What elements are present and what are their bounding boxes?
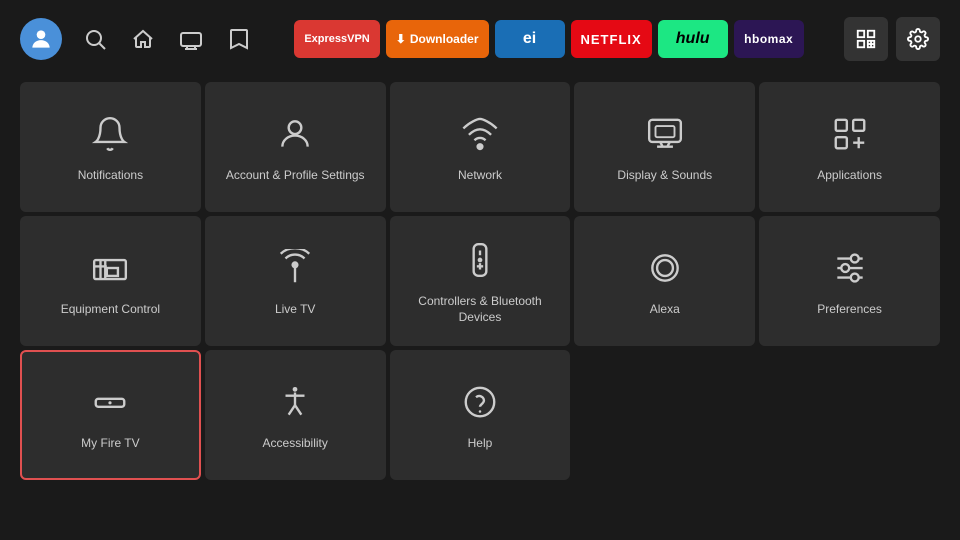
hbomax-label: hbomax xyxy=(744,32,793,46)
bell-icon xyxy=(86,110,134,158)
app-etv[interactable]: ei xyxy=(495,20,565,58)
topbar-apps: ExpressVPN ⬇ Downloader ei NETFLIX hulu … xyxy=(264,20,834,58)
network-label: Network xyxy=(450,168,510,184)
app-hulu[interactable]: hulu xyxy=(658,20,728,58)
home-icon[interactable] xyxy=(128,24,158,54)
help-label: Help xyxy=(460,436,501,452)
hulu-label: hulu xyxy=(676,30,710,48)
remote-icon xyxy=(456,236,504,284)
grid-item-alexa[interactable]: Alexa xyxy=(574,216,755,346)
equipment-control-label: Equipment Control xyxy=(53,302,168,318)
live-tv-label: Live TV xyxy=(267,302,323,318)
display-sounds-label: Display & Sounds xyxy=(609,168,720,184)
grid-item-equipment-control[interactable]: Equipment Control xyxy=(20,216,201,346)
accessibility-label: Accessibility xyxy=(255,436,336,452)
alexa-label: Alexa xyxy=(642,302,688,318)
topbar-left xyxy=(20,18,254,60)
help-icon xyxy=(456,378,504,426)
settings-grid: Notifications Account & Profile Settings… xyxy=(0,78,960,490)
app-hbomax[interactable]: hbomax xyxy=(734,20,804,58)
preferences-label: Preferences xyxy=(809,302,890,318)
grid-item-controllers-bluetooth[interactable]: Controllers & Bluetooth Devices xyxy=(390,216,571,346)
grid-item-help[interactable]: Help xyxy=(390,350,571,480)
alexa-icon xyxy=(641,244,689,292)
wifi-icon xyxy=(456,110,504,158)
grid-item-network[interactable]: Network xyxy=(390,82,571,212)
applications-label: Applications xyxy=(809,168,890,184)
netflix-label: NETFLIX xyxy=(581,32,642,47)
notifications-label: Notifications xyxy=(70,168,151,184)
controllers-bluetooth-label: Controllers & Bluetooth Devices xyxy=(390,294,571,325)
apps-icon xyxy=(826,110,874,158)
settings-button[interactable] xyxy=(896,17,940,61)
tv-icon[interactable] xyxy=(176,24,206,54)
downloader-label: Downloader xyxy=(410,32,479,46)
firetv-icon xyxy=(86,378,134,426)
bookmark-icon[interactable] xyxy=(224,24,254,54)
grid-item-account-profile[interactable]: Account & Profile Settings xyxy=(205,82,386,212)
tv-equipment-icon xyxy=(86,244,134,292)
topbar: ExpressVPN ⬇ Downloader ei NETFLIX hulu … xyxy=(0,0,960,78)
app-expressvpn[interactable]: ExpressVPN xyxy=(294,20,379,58)
add-apps-button[interactable] xyxy=(844,17,888,61)
avatar[interactable] xyxy=(20,18,62,60)
grid-item-accessibility[interactable]: Accessibility xyxy=(205,350,386,480)
accessibility-icon xyxy=(271,378,319,426)
app-netflix[interactable]: NETFLIX xyxy=(571,20,652,58)
antenna-icon xyxy=(271,244,319,292)
my-fire-tv-label: My Fire TV xyxy=(73,436,147,452)
app-downloader[interactable]: ⬇ Downloader xyxy=(386,20,489,58)
expressvpn-label: ExpressVPN xyxy=(304,33,369,45)
grid-item-notifications[interactable]: Notifications xyxy=(20,82,201,212)
account-profile-label: Account & Profile Settings xyxy=(218,168,373,184)
grid-item-live-tv[interactable]: Live TV xyxy=(205,216,386,346)
grid-item-my-fire-tv[interactable]: My Fire TV xyxy=(20,350,201,480)
monitor-icon xyxy=(641,110,689,158)
etv-label: ei xyxy=(523,30,536,48)
person-icon xyxy=(271,110,319,158)
grid-item-applications[interactable]: Applications xyxy=(759,82,940,212)
search-icon[interactable] xyxy=(80,24,110,54)
grid-item-display-sounds[interactable]: Display & Sounds xyxy=(574,82,755,212)
grid-item-preferences[interactable]: Preferences xyxy=(759,216,940,346)
sliders-icon xyxy=(826,244,874,292)
topbar-right xyxy=(844,17,940,61)
